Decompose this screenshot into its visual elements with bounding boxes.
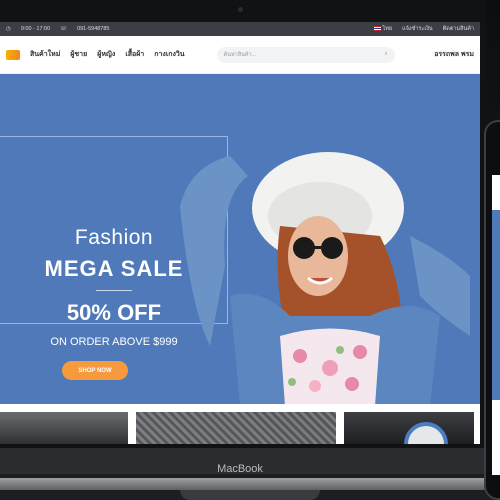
shop-now-button[interactable]: SHOP NOW: [62, 361, 128, 380]
business-hours: 9:00 - 17:00: [20, 26, 51, 32]
payment-link[interactable]: แจ้งชำระเงิน: [402, 25, 433, 33]
product-thumbnail[interactable]: [136, 412, 336, 444]
nav-item-pants[interactable]: กางเกงวิน: [154, 49, 184, 60]
search-placeholder: ค้นหาสินค้า...: [223, 51, 257, 58]
phone-number: 091-5948785: [77, 26, 110, 32]
clock-icon: ◷: [6, 26, 11, 32]
nav-item-men[interactable]: ผู้ชาย: [70, 49, 87, 60]
top-info-bar: ◷ 9:00 - 17:00 ☏ 091-5948785 ไทย แจ้งชำร…: [0, 22, 480, 36]
camera-icon: [238, 7, 243, 12]
website-screen: ◷ 9:00 - 17:00 ☏ 091-5948785 ไทย แจ้งชำร…: [0, 22, 480, 444]
laptop-brand-label: MacBook: [217, 463, 263, 475]
nav-item-women[interactable]: ผู้หญิง: [97, 49, 115, 60]
hero-line-condition: ON ORDER ABOVE $999: [50, 336, 178, 348]
laptop-foot: [180, 490, 320, 500]
user-account[interactable]: อรรถพล พรม: [434, 49, 474, 60]
phone-hero-banner: [492, 210, 500, 400]
phone-icon: ☏: [60, 26, 68, 32]
language-selector[interactable]: ไทย: [373, 25, 392, 33]
logo[interactable]: [6, 49, 20, 60]
nav-item-new[interactable]: สินค้าใหม่: [30, 49, 60, 60]
hero-line-fashion: Fashion: [74, 226, 154, 249]
product-thumbnail[interactable]: [0, 412, 128, 444]
search-icon[interactable]: ⌕: [385, 51, 388, 58]
hero-line-discount: 50% OFF: [66, 300, 162, 325]
nav-item-shirts[interactable]: เสื้อผ้า: [125, 49, 144, 60]
hero-divider: [96, 290, 132, 291]
product-thumbnails: [0, 406, 480, 444]
device-mockup: ◷ 9:00 - 17:00 ☏ 091-5948785 ไทย แจ้งชำร…: [0, 0, 500, 500]
flag-icon: [373, 26, 381, 32]
tracking-link[interactable]: ติดตามสินค้า: [443, 25, 474, 33]
search-input[interactable]: ค้นหาสินค้า... ⌕: [216, 46, 395, 63]
watch-thumbnail[interactable]: [344, 412, 474, 444]
laptop-hinge: [0, 478, 500, 490]
main-nav: สินค้าใหม่ ผู้ชาย ผู้หญิง เสื้อผ้า กางเก…: [0, 36, 480, 74]
hero-banner[interactable]: Fashion MEGA SALE 50% OFF ON ORDER ABOVE…: [0, 74, 480, 404]
hero-line-mega-sale: MEGA SALE: [44, 256, 184, 281]
